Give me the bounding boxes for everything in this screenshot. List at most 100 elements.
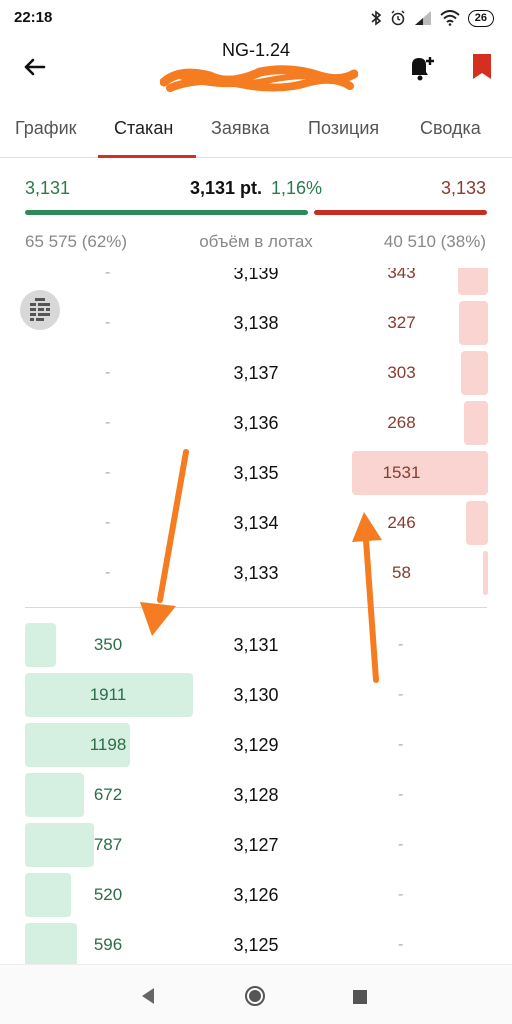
- add-alert-button[interactable]: [406, 52, 438, 82]
- bluetooth-icon: [371, 10, 382, 26]
- bid-row[interactable]: 1198 3,129 -: [0, 720, 512, 770]
- price-level: 3,127: [233, 835, 279, 855]
- ask-cell: -: [324, 620, 488, 670]
- bid-cell: -: [25, 398, 187, 448]
- view-toggle-button[interactable]: [20, 290, 60, 330]
- top-bar: NG-1.24: [0, 34, 512, 106]
- bid-cell: 520: [25, 870, 187, 920]
- nav-recents-icon[interactable]: [352, 989, 368, 1005]
- bid-cell: -: [25, 348, 187, 398]
- nav-back-icon[interactable]: [140, 987, 156, 1005]
- bid-row[interactable]: 1911 3,130 -: [0, 670, 512, 720]
- tab-summary[interactable]: Сводка: [420, 118, 481, 139]
- bid-cell: 787: [25, 820, 187, 870]
- price-level: 3,136: [233, 413, 279, 433]
- best-ask-price: 3,133: [440, 178, 486, 198]
- bid-quantity: 672: [93, 785, 123, 804]
- status-icons: 26: [370, 9, 494, 27]
- bid-cell: -: [25, 548, 187, 598]
- nav-home-icon[interactable]: [244, 985, 266, 1007]
- bid-quantity: 520: [93, 885, 123, 904]
- ask-row[interactable]: - 3,133 58: [0, 548, 512, 598]
- bid-quantity: 1911: [89, 685, 127, 704]
- ask-cell: -: [324, 820, 488, 870]
- tab-order-book[interactable]: Стакан: [114, 118, 173, 139]
- ask-cell: -: [324, 870, 488, 920]
- wifi-icon: [440, 10, 460, 26]
- bid-volume: 65 575 (62%): [25, 232, 128, 251]
- price-level: 3,128: [233, 785, 279, 805]
- ask-cell: 303: [324, 348, 488, 398]
- book-summary: 3,131 3,131 pt. 1,16% 3,133 65 575 (62%)…: [0, 158, 512, 268]
- signal-icon: [414, 11, 431, 25]
- price-level: 3,134: [233, 513, 279, 533]
- price-level: 3,135: [233, 463, 279, 483]
- price-level: 3,139: [233, 268, 279, 283]
- ask-cell: -: [324, 670, 488, 720]
- ask-row[interactable]: - 3,138 327: [0, 298, 512, 348]
- bell-plus-icon: [412, 57, 434, 81]
- ask-row[interactable]: - 3,134 246: [0, 498, 512, 548]
- status-time: 22:18: [14, 9, 53, 26]
- tab-chart[interactable]: График: [15, 118, 77, 139]
- ask-cell: -: [324, 920, 488, 964]
- redaction-scribble: [160, 65, 358, 92]
- empty-ask-dash: -: [398, 886, 404, 903]
- ask-cell: 1531: [324, 448, 488, 498]
- empty-bid-dash: -: [105, 268, 111, 281]
- price-level: 3,137: [233, 363, 279, 383]
- empty-ask-dash: -: [398, 786, 404, 803]
- bid-quantity: 1198: [89, 735, 127, 754]
- empty-bid-dash: -: [105, 464, 111, 481]
- ask-quantity: 327: [387, 313, 416, 332]
- volume-label: объём в лотах: [199, 232, 313, 251]
- bid-cell: 1911: [25, 670, 193, 720]
- bid-cell: -: [25, 498, 187, 548]
- instrument-title: NG-1.24: [221, 40, 291, 60]
- bid-cell: 596: [25, 920, 187, 964]
- order-book-view-icon: [30, 298, 50, 321]
- ask-row[interactable]: - 3,135 1531: [0, 448, 512, 498]
- empty-bid-dash: -: [105, 414, 111, 431]
- ask-quantity: 246: [387, 513, 416, 532]
- last-price-value: 3,131 pt.: [189, 178, 262, 198]
- price-level: 3,130: [233, 685, 279, 705]
- ask-cell: 327: [324, 298, 488, 348]
- ask-row[interactable]: - 3,137 303: [0, 348, 512, 398]
- tab-order[interactable]: Заявка: [211, 118, 269, 139]
- bid-row[interactable]: 350 3,131 -: [0, 620, 512, 670]
- bid-row[interactable]: 520 3,126 -: [0, 870, 512, 920]
- bid-cell: 1198: [25, 720, 187, 770]
- bid-row[interactable]: 596 3,125 -: [0, 920, 512, 964]
- ask-cell: 58: [324, 548, 488, 598]
- bid-row[interactable]: 787 3,127 -: [0, 820, 512, 870]
- price-level: 3,126: [233, 885, 279, 905]
- bid-share-bar: [25, 210, 308, 215]
- ask-row[interactable]: - 3,136 268: [0, 398, 512, 448]
- tab-position[interactable]: Позиция: [308, 118, 379, 139]
- bid-quantity: 596: [93, 935, 123, 954]
- empty-ask-dash: -: [398, 686, 404, 703]
- ask-quantity: 268: [387, 413, 416, 432]
- ask-volume: 40 510 (38%): [383, 232, 486, 251]
- ask-cell: 268: [324, 398, 488, 448]
- bid-cell: 350: [25, 620, 187, 670]
- empty-bid-dash: -: [105, 314, 111, 331]
- bookmark-button[interactable]: [470, 52, 494, 82]
- bid-quantity: 350: [93, 635, 123, 654]
- ask-row[interactable]: - 3,139 343: [0, 268, 512, 298]
- bid-row[interactable]: 672 3,128 -: [0, 770, 512, 820]
- empty-bid-dash: -: [105, 364, 111, 381]
- ask-volume-bar: [483, 551, 488, 595]
- bid-quantity: 787: [93, 835, 123, 854]
- ask-quantity: 343: [387, 268, 416, 282]
- bookmark-icon: [473, 54, 491, 79]
- back-button[interactable]: [20, 52, 50, 82]
- empty-ask-dash: -: [398, 636, 404, 653]
- ask-cell: 246: [324, 498, 488, 548]
- order-book[interactable]: - 3,139 343 - 3,138 327 - 3,137 303 - 3,136 268 - 3,1…: [0, 268, 512, 964]
- price-level: 3,129: [233, 735, 279, 755]
- ask-cell: -: [324, 770, 488, 820]
- empty-ask-dash: -: [398, 836, 404, 853]
- price-level: 3,131: [233, 635, 279, 655]
